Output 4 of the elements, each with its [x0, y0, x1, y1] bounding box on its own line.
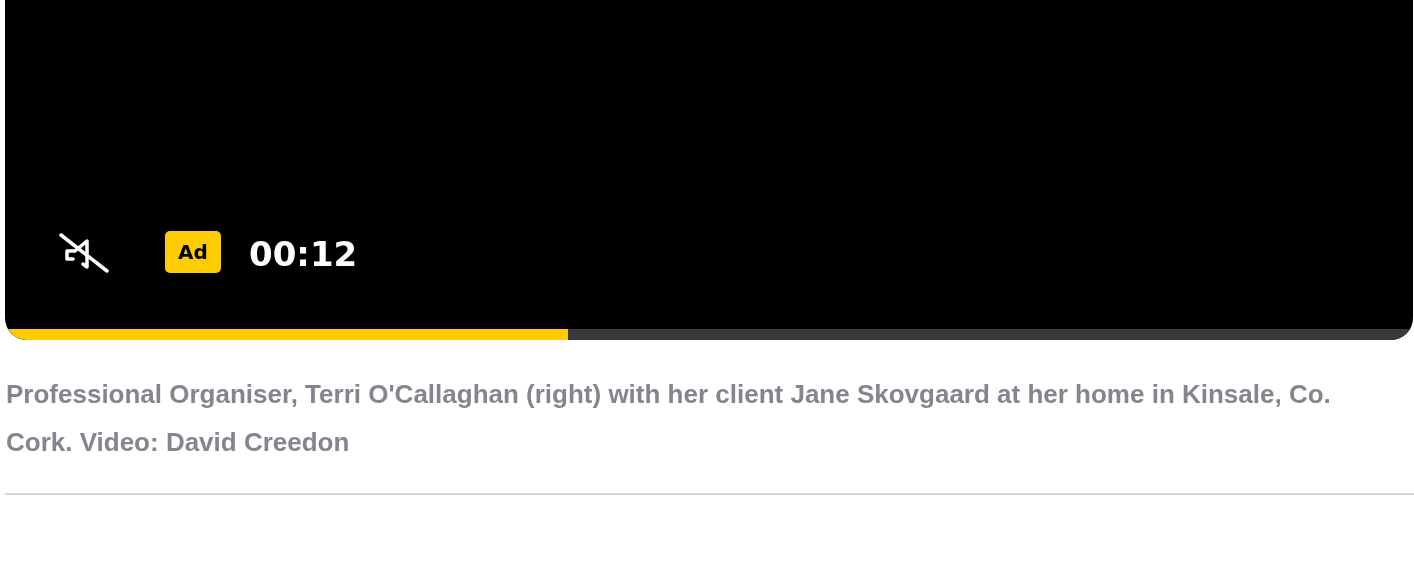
ad-badge: Ad: [165, 231, 221, 273]
video-caption: Professional Organiser, Terri O'Callaghan (right) with her client Jane Skovgaard at her home in Kinsale, Co. Cork. Video: David Creedon: [6, 378, 1332, 459]
video-player[interactable]: Ad 00:12: [5, 0, 1413, 340]
ad-countdown: 00:12: [249, 237, 358, 271]
